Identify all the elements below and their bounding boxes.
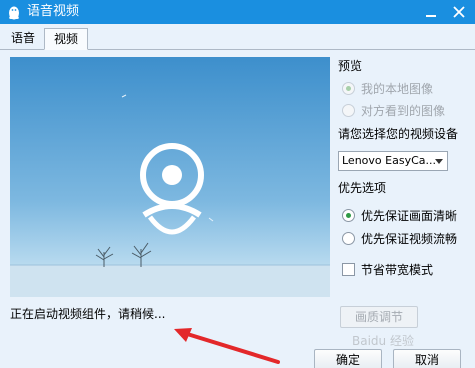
radio-button[interactable] (342, 232, 355, 245)
window-title: 语音视频 (27, 4, 80, 19)
checkbox-label: 节省带宽模式 (361, 263, 434, 277)
ok-button[interactable]: 确定 (314, 349, 382, 368)
bandwidth-saving-checkbox[interactable] (342, 263, 355, 276)
video-device-select[interactable]: Lenovo EasyCa... (338, 151, 448, 171)
cancel-button[interactable]: 取消 (393, 349, 461, 368)
penguin-icon (9, 6, 19, 20)
radio-label: 优先保证画面清晰 (361, 209, 458, 223)
close-icon[interactable] (447, 0, 471, 24)
dialog-body: 语音 视频 正在启动视频组件，请稍候... 预览 我的本地图像 对方看到的图像 … (0, 24, 475, 368)
priority-label: 优先选项 (338, 181, 387, 195)
radio-label: 优先保证视频流畅 (361, 232, 458, 246)
video-status-text: 正在启动视频组件，请稍候... (10, 307, 166, 321)
radio-button[interactable] (342, 82, 355, 95)
chevron-down-icon (435, 159, 443, 164)
tab-voice[interactable]: 语音 (6, 28, 40, 50)
radio-button[interactable] (342, 209, 355, 222)
video-preview (10, 57, 330, 297)
preview-label: 预览 (338, 59, 363, 73)
tab-bar: 语音 视频 (0, 24, 475, 50)
select-value: Lenovo EasyCa... (342, 154, 436, 167)
radio-label: 对方看到的图像 (361, 104, 446, 118)
title-bar: 语音视频 (0, 0, 475, 24)
radio-button[interactable] (342, 104, 355, 117)
annotation-arrow (174, 328, 280, 364)
radio-label: 我的本地图像 (361, 82, 434, 96)
quality-adjust-button[interactable]: 画质调节 (340, 306, 418, 328)
tab-video[interactable]: 视频 (44, 28, 88, 50)
watermark: Baidu 经验 (352, 334, 414, 348)
device-label: 请您选择您的视频设备 (338, 127, 459, 141)
minimize-icon[interactable] (419, 0, 443, 24)
